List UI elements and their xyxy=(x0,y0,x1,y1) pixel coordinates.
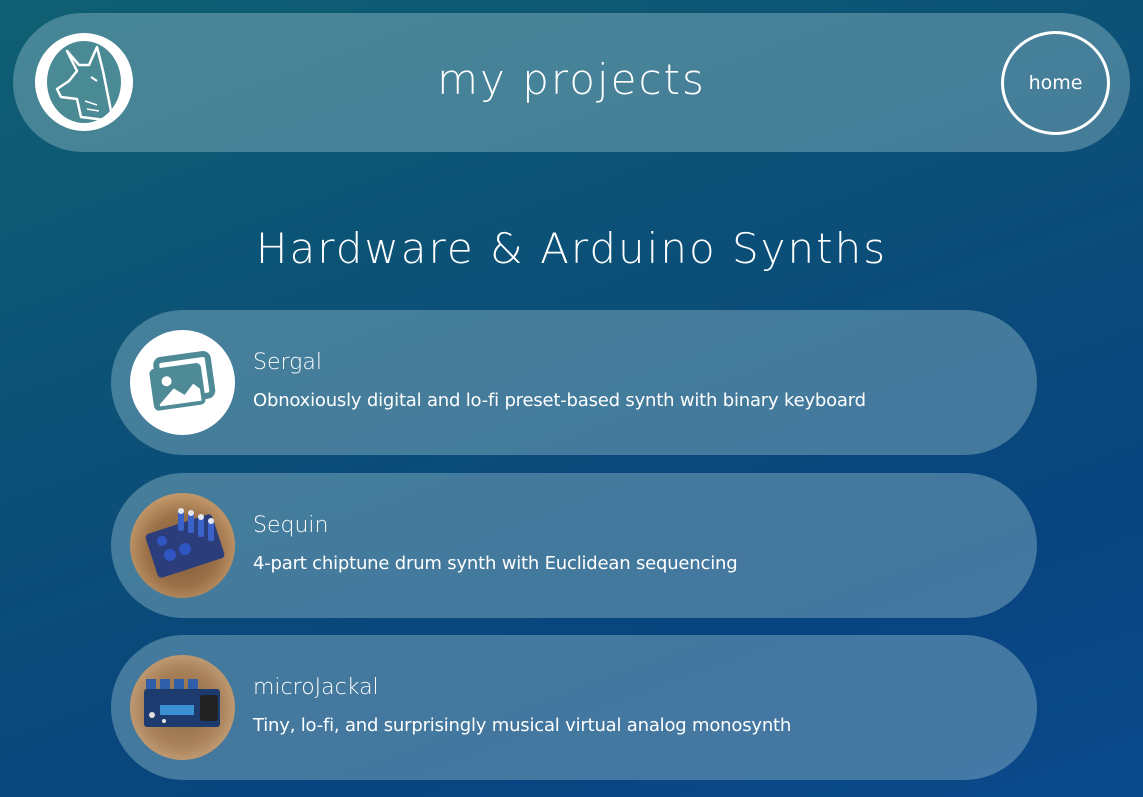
project-name: microJackal xyxy=(253,675,379,700)
project-name: Sergal xyxy=(253,350,322,375)
project-card-microjackal[interactable]: microJackal Tiny, lo-fi, and surprisingl… xyxy=(111,635,1037,780)
sequin-photo xyxy=(130,493,235,598)
page-title: my projects xyxy=(437,55,706,104)
project-name: Sequin xyxy=(253,513,329,538)
home-button-label: home xyxy=(1028,72,1083,94)
project-description: Tiny, lo-fi, and surprisingly musical vi… xyxy=(253,715,792,736)
project-card-sequin[interactable]: Sequin 4-part chiptune drum synth with E… xyxy=(111,473,1037,618)
microjackal-photo xyxy=(130,655,235,760)
header-bar: my projects home xyxy=(13,13,1130,152)
home-button[interactable]: home xyxy=(1001,31,1110,135)
project-description: 4-part chiptune drum synth with Euclidea… xyxy=(253,553,738,574)
section-title: Hardware & Arduino Synths xyxy=(255,224,888,273)
project-description: Obnoxiously digital and lo-fi preset-bas… xyxy=(253,390,866,411)
project-card-sergal[interactable]: Sergal Obnoxiously digital and lo-fi pre… xyxy=(111,310,1037,455)
image-placeholder-icon xyxy=(130,330,235,435)
